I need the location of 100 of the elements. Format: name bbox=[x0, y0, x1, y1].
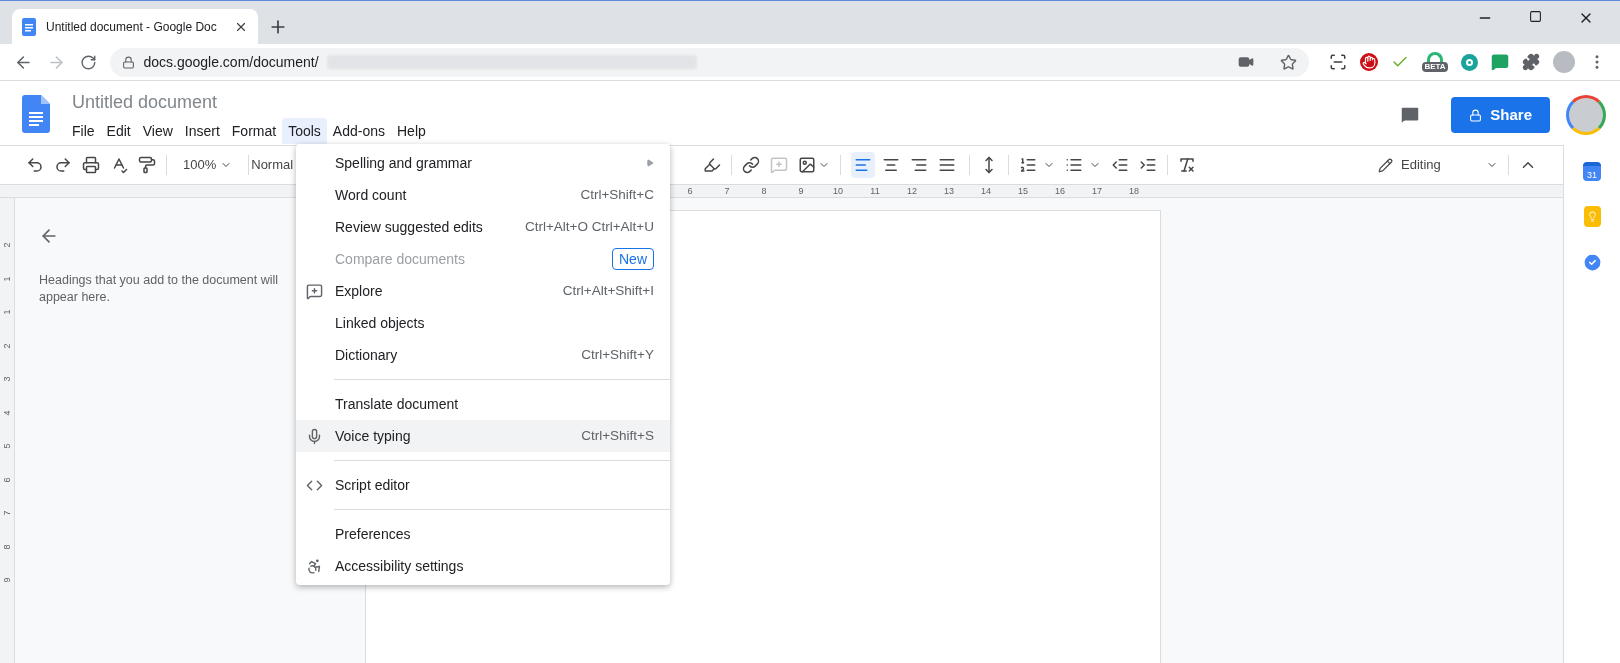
docs-icon bbox=[22, 17, 36, 36]
menu-item-label: Compare documents bbox=[335, 249, 465, 269]
menu-item-label: Dictionary bbox=[335, 345, 398, 365]
comments-icon[interactable] bbox=[1399, 104, 1422, 126]
screen-capture-icon[interactable] bbox=[1329, 53, 1347, 71]
menu-bar-item[interactable]: View bbox=[136, 118, 179, 144]
bulleted-list-dropdown[interactable] bbox=[1065, 156, 1102, 174]
document-title[interactable]: Untitled document bbox=[72, 91, 432, 113]
shortcut-text: Ctrl+Shift+S bbox=[581, 426, 654, 445]
mode-dropdown[interactable]: Editing bbox=[1378, 155, 1498, 175]
lock-icon bbox=[1469, 108, 1483, 122]
menu-item[interactable]: Explore Ctrl+Alt+Shift+I bbox=[296, 275, 670, 307]
maximize-icon[interactable] bbox=[1529, 10, 1542, 23]
menu-item-label: Explore bbox=[335, 281, 383, 301]
highlight-icon[interactable] bbox=[703, 156, 722, 174]
style-dropdown[interactable]: Normal bbox=[251, 155, 294, 175]
menu-item[interactable]: Dictionary Ctrl+Shift+Y bbox=[296, 339, 670, 371]
menu-bar-item[interactable]: Tools bbox=[282, 118, 327, 144]
align-center-icon bbox=[882, 156, 901, 174]
shortcut-text: Ctrl+Shift+C bbox=[580, 185, 654, 204]
decrease-indent-icon[interactable] bbox=[1111, 156, 1130, 174]
menu-item-label: Translate document bbox=[335, 394, 459, 414]
new-badge: New bbox=[612, 248, 654, 270]
menu-item-label: Linked objects bbox=[335, 313, 425, 333]
menu-item[interactable]: Spelling and grammar bbox=[296, 147, 670, 179]
menu-item[interactable]: Linked objects bbox=[296, 307, 670, 339]
ruler-number: 13 bbox=[943, 186, 955, 196]
ruler-number: 16 bbox=[1054, 186, 1066, 196]
align-right-icon bbox=[910, 156, 929, 174]
menu-item-label: Script editor bbox=[335, 475, 410, 495]
menu-item[interactable]: Word count Ctrl+Shift+C bbox=[296, 179, 670, 211]
paint-format-icon[interactable] bbox=[138, 156, 156, 174]
explore-icon bbox=[306, 282, 323, 300]
bulleted-list-icon bbox=[1065, 156, 1084, 174]
print-icon[interactable] bbox=[82, 156, 100, 174]
ruler-number: 4 bbox=[2, 410, 12, 415]
ruler-number: 17 bbox=[1091, 186, 1103, 196]
ruler-number: 1 bbox=[2, 276, 12, 281]
ruler-number: 8 bbox=[2, 544, 12, 549]
calendar-day: 31 bbox=[1587, 169, 1597, 181]
tasks-icon[interactable] bbox=[1581, 252, 1603, 273]
docs-logo[interactable] bbox=[22, 95, 50, 133]
url-text: docs.google.com/document/ bbox=[143, 52, 319, 72]
menu-item[interactable]: Voice typing Ctrl+Shift+S bbox=[296, 420, 670, 452]
numbered-list-icon bbox=[1019, 156, 1038, 174]
calendar-icon[interactable]: 31 bbox=[1583, 162, 1601, 181]
account-avatar[interactable] bbox=[1566, 95, 1606, 135]
ruler-number: 18 bbox=[1128, 186, 1140, 196]
redo-icon[interactable] bbox=[54, 156, 72, 174]
ruler-number: 12 bbox=[906, 186, 918, 196]
menu-item-label: Preferences bbox=[335, 524, 411, 544]
menu-item-label: Voice typing bbox=[335, 426, 411, 446]
star-icon[interactable] bbox=[1280, 53, 1297, 71]
ruler-number: 3 bbox=[2, 376, 12, 382]
camera-icon[interactable] bbox=[1238, 54, 1254, 70]
menu-item-label: Accessibility settings bbox=[335, 556, 464, 576]
menu-item[interactable]: Preferences bbox=[296, 518, 670, 550]
numbered-list-dropdown[interactable] bbox=[1019, 156, 1056, 174]
reload-icon[interactable] bbox=[79, 53, 97, 71]
menu-item[interactable]: Accessibility settings bbox=[296, 550, 670, 582]
increase-indent-icon[interactable] bbox=[1139, 156, 1158, 174]
undo-icon[interactable] bbox=[26, 156, 44, 174]
align-left-button[interactable] bbox=[851, 152, 876, 178]
menu-item-label: Review suggested edits bbox=[335, 217, 483, 237]
stop-hand-icon[interactable] bbox=[1360, 53, 1378, 71]
ruler-number: 10 bbox=[832, 186, 844, 196]
address-bar[interactable]: docs.google.com/document/ bbox=[110, 47, 1309, 77]
chat-bubble-icon[interactable] bbox=[1491, 53, 1509, 71]
browser-tab[interactable]: Untitled document - Google Doc bbox=[12, 9, 258, 44]
beta-badge: BETA bbox=[1422, 62, 1448, 72]
ruler-number: 9 bbox=[2, 577, 12, 583]
lock-icon bbox=[122, 55, 136, 69]
ruler-number: 8 bbox=[760, 186, 768, 196]
zoom-label: 100% bbox=[183, 156, 217, 175]
share-button[interactable]: Share bbox=[1451, 97, 1550, 133]
accessibility-icon bbox=[306, 557, 323, 575]
zoom-dropdown[interactable]: 100% bbox=[177, 155, 239, 175]
ruler-number: 11 bbox=[869, 186, 881, 196]
image-icon bbox=[798, 156, 817, 174]
menu-item[interactable]: Translate document bbox=[296, 388, 670, 420]
link-icon[interactable] bbox=[742, 156, 761, 174]
menu-item[interactable]: Review suggested edits Ctrl+Alt+O Ctrl+Alt+U bbox=[296, 211, 670, 243]
menu-bar-item[interactable]: Add-ons bbox=[326, 118, 391, 144]
ruler-number: 2 bbox=[2, 242, 12, 248]
ruler-number: 2 bbox=[2, 343, 12, 348]
menu-item[interactable]: Script editor bbox=[296, 469, 670, 501]
menu-bar-item[interactable]: Help bbox=[391, 118, 432, 144]
shortcut-text: Ctrl+Alt+O Ctrl+Alt+U bbox=[524, 217, 654, 236]
puzzle-icon[interactable] bbox=[1522, 53, 1540, 71]
shortcut-text: Ctrl+Shift+Y bbox=[581, 345, 654, 364]
menu-item-label: Word count bbox=[335, 185, 407, 205]
image-dropdown[interactable] bbox=[798, 156, 831, 174]
menu-bar-item[interactable]: Insert bbox=[178, 118, 226, 144]
menu-bar-item[interactable]: Format bbox=[225, 118, 283, 144]
ruler-number: 9 bbox=[797, 186, 805, 196]
menu-bar-item[interactable]: File bbox=[66, 118, 101, 144]
menu-bar-item[interactable]: Edit bbox=[100, 118, 137, 144]
extension-icon[interactable] bbox=[1461, 53, 1478, 71]
clear-formatting-icon[interactable] bbox=[1178, 156, 1197, 174]
ruler-number: 6 bbox=[686, 186, 694, 196]
